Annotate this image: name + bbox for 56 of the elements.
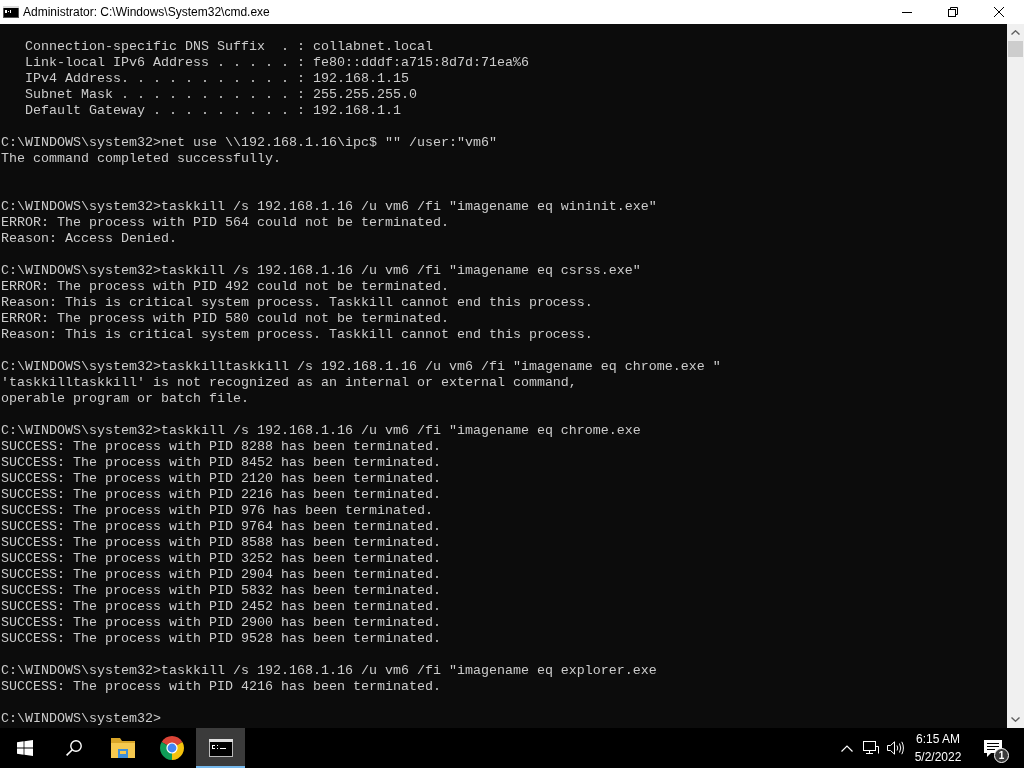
console-line: Connection-specific DNS Suffix . : collabnet.local — [25, 39, 433, 55]
notification-count: 1 — [994, 748, 1009, 763]
console-line: Subnet Mask . . . . . . . . . . . : 255.255.255.0 — [25, 87, 417, 103]
console-line: SUCCESS: The process with PID 4216 has been terminated. — [1, 679, 441, 695]
console-line: SUCCESS: The process with PID 3252 has been terminated. — [1, 551, 441, 567]
console-line: Reason: This is critical system process. Taskkill cannot end this process. — [1, 327, 593, 343]
console-line: Default Gateway . . . . . . . . . : 192.168.1.1 — [25, 103, 401, 119]
speaker-icon — [886, 741, 904, 755]
console-line: ERROR: The process with PID 492 could not be terminated. — [1, 279, 449, 295]
console-line: SUCCESS: The process with PID 2452 has been terminated. — [1, 599, 441, 615]
window-title: Administrator: C:\Windows\System32\cmd.exe — [23, 4, 270, 21]
console-line: C:\WINDOWS\system32>taskkill /s 192.168.1.16 /u vm6 /fi "imagename eq wininit.exe" — [1, 199, 657, 215]
console-line: SUCCESS: The process with PID 2904 has been terminated. — [1, 567, 441, 583]
console-line: SUCCESS: The process with PID 2900 has been terminated. — [1, 615, 441, 631]
console-line: C:\WINDOWS\system32>taskkill /s 192.168.1.16 /u vm6 /fi "imagename eq explorer.exe — [1, 663, 657, 679]
console-line: operable program or batch file. — [1, 391, 249, 407]
restore-icon — [948, 7, 958, 17]
scrollbar[interactable] — [1007, 24, 1024, 728]
console-line: IPv4 Address. . . . . . . . . . . : 192.168.1.15 — [25, 71, 409, 87]
folder-icon — [110, 738, 135, 758]
terminal-window-icon — [208, 739, 233, 757]
four-panes-icon — [16, 740, 33, 756]
console-line: SUCCESS: The process with PID 8588 has been terminated. — [1, 535, 441, 551]
clock-time[interactable]: 6:15 AM — [916, 730, 960, 748]
console-line: ERROR: The process with PID 564 could not be terminated. — [1, 215, 449, 231]
console-line: C:\WINDOWS\system32>net use \\192.168.1.16\ipc$ "" /user:"vm6" — [1, 135, 497, 151]
console-line: C:\WINDOWS\system32>taskkill /s 192.168.1.16 /u vm6 /fi "imagename eq chrome.exe — [1, 423, 641, 439]
console-line: SUCCESS: The process with PID 2120 has been terminated. — [1, 471, 441, 487]
console-line: SUCCESS: The process with PID 5832 has been terminated. — [1, 583, 441, 599]
chevron-up-icon — [841, 744, 853, 752]
console-line: Reason: This is critical system process. Taskkill cannot end this process. — [1, 295, 593, 311]
scroll-down-icon[interactable] — [1011, 717, 1020, 722]
minimize-icon — [902, 11, 912, 13]
console-line: SUCCESS: The process with PID 2216 has been terminated. — [1, 487, 441, 503]
monitor-icon — [863, 741, 879, 755]
console-line: C:\WINDOWS\system32>taskkill /s 192.168.1.16 /u vm6 /fi "imagename eq csrss.exe" — [1, 263, 641, 279]
console-line: 'taskkilltaskkill' is not recognized as an internal or external command, — [1, 375, 577, 391]
clock-date[interactable]: 5/2/2022 — [914, 748, 962, 766]
console-line: C:\WINDOWS\system32>taskkilltaskkill /s 192.168.1.16 /u vm6 /fi "imagename eq chrome.exe " — [1, 359, 721, 375]
taskbar-app-button[interactable] — [196, 728, 245, 768]
tricolor-circle-icon — [159, 736, 184, 760]
console-line: The command completed successfully. — [1, 151, 281, 167]
console-line: Link-local IPv6 Address . . . . . : fe80::dddf:a715:8d7d:71ea%6 — [25, 55, 529, 71]
console-line: C:\WINDOWS\system32> — [1, 711, 161, 727]
terminal-window-icon — [3, 6, 19, 18]
console-line: SUCCESS: The process with PID 8288 has been terminated. — [1, 439, 441, 455]
console-line: Reason: Access Denied. — [1, 231, 177, 247]
console-line: SUCCESS: The process with PID 9528 has been terminated. — [1, 631, 441, 647]
console-line: SUCCESS: The process with PID 976 has been terminated. — [1, 503, 433, 519]
scroll-thumb[interactable] — [1008, 41, 1023, 57]
console-line: ERROR: The process with PID 580 could not be terminated. — [1, 311, 449, 327]
scroll-up-icon[interactable] — [1011, 30, 1020, 35]
close-icon — [994, 7, 1004, 17]
search-icon — [65, 740, 82, 756]
console-line: SUCCESS: The process with PID 9764 has been terminated. — [1, 519, 441, 535]
console-line: SUCCESS: The process with PID 8452 has been terminated. — [1, 455, 441, 471]
